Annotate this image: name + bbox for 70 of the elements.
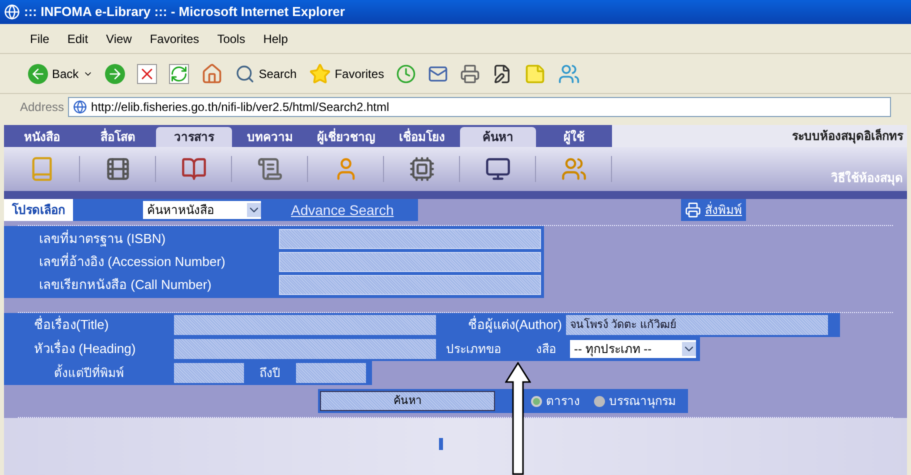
author-field[interactable]: จนโพรง์ วัดตะ แก้วิฒย์ — [566, 315, 828, 335]
radio-label: บรรณานุกรม — [609, 393, 676, 410]
field-label: เลขที่อ้างอิง (Accession Number) — [38, 252, 226, 272]
input-field[interactable] — [279, 252, 541, 272]
year-to-label: ถึงปี — [258, 365, 282, 382]
scroll-icon[interactable] — [256, 156, 282, 182]
footer-mark — [438, 438, 442, 450]
nav-tab[interactable]: ผู้เชี่ยวชาญ — [308, 127, 384, 147]
menu-item[interactable]: Edit — [67, 30, 88, 48]
input-field[interactable] — [279, 229, 541, 249]
nav-tab[interactable]: ค้นหา — [460, 127, 536, 147]
menu-item[interactable]: Favorites — [150, 30, 200, 48]
field-label: เลขเรียกหนังสือ (Call Number) — [38, 276, 213, 294]
chip-icon[interactable] — [408, 156, 434, 182]
favorites-button[interactable]: Favorites — [308, 62, 384, 84]
radio-button[interactable] — [594, 396, 605, 406]
nav-tab[interactable]: ผู้ใช้ — [536, 127, 612, 147]
open-book-icon[interactable] — [180, 156, 206, 182]
address-label: Address — [20, 98, 64, 116]
nav-tab[interactable]: บทความ — [232, 127, 308, 147]
search-button[interactable]: ค้นหา — [320, 391, 495, 411]
film-icon[interactable] — [104, 156, 130, 182]
search-button[interactable]: Search — [234, 64, 297, 84]
print-icon[interactable] — [685, 202, 701, 218]
print-icon[interactable] — [460, 64, 480, 84]
nav-tab[interactable]: เชื่อมโยง — [384, 127, 460, 147]
year-from-field[interactable] — [174, 363, 244, 383]
author-label: ชื่อผู้แต่ง(Author) — [467, 315, 563, 334]
edit-icon[interactable] — [492, 64, 512, 84]
refresh-icon[interactable] — [168, 64, 189, 84]
title-field[interactable] — [174, 315, 436, 335]
menu-item[interactable]: File — [30, 30, 50, 48]
monitor-icon[interactable] — [484, 156, 510, 182]
nav-tab[interactable]: หนังสือ — [4, 127, 80, 147]
search-icon — [234, 64, 255, 84]
forward-icon[interactable] — [104, 64, 125, 84]
type-label: ประเภทขอ — [446, 341, 502, 358]
year-from-label: ตั้งแต่ปีที่พิมพ์ — [53, 364, 125, 382]
messenger-icon[interactable] — [558, 62, 580, 84]
people-icon[interactable] — [560, 156, 586, 182]
star-icon — [308, 62, 331, 84]
history-icon[interactable] — [396, 64, 416, 84]
window-title: ::: INFOMA e-Library ::: - Microsoft Internet Explorer — [24, 3, 345, 22]
radio-label: ตาราง — [546, 393, 580, 410]
heading-field[interactable] — [174, 339, 436, 359]
menu-item[interactable]: View — [106, 30, 132, 48]
type-select[interactable]: -- ทุกประเภท -- — [570, 340, 696, 358]
browser-icon — [4, 4, 20, 20]
year-to-field[interactable] — [296, 363, 366, 383]
nav-tab[interactable]: สื่อโสต — [80, 127, 156, 147]
menu-item[interactable]: Tools — [217, 30, 246, 48]
radio-button[interactable] — [531, 396, 542, 406]
search-type-select[interactable]: ค้นหาหนังสือ — [143, 201, 261, 219]
home-icon[interactable] — [200, 62, 223, 84]
choose-label: โปรดเลือก — [4, 199, 73, 221]
page-icon — [73, 100, 88, 114]
stop-icon[interactable] — [136, 64, 157, 84]
input-field[interactable] — [279, 275, 541, 295]
menu-item[interactable]: Help — [263, 30, 288, 48]
field-label: เลขที่มาตรฐาน (ISBN) — [38, 229, 167, 248]
nav-tab[interactable]: วารสาร — [156, 127, 232, 147]
type-label: งสือ — [536, 341, 557, 358]
heading-label: หัวเรื่อง (Heading) — [33, 339, 137, 358]
note-icon[interactable] — [524, 62, 546, 84]
back-button[interactable]: Back — [28, 64, 93, 84]
address-field[interactable]: http://elib.fisheries.go.th/nifi-lib/ver2.5/html/Search2.html — [68, 96, 891, 116]
title-label: ชื่อเรื่อง(Title) — [33, 315, 110, 334]
advance-search-link[interactable]: Advance Search — [291, 200, 394, 220]
mail-icon[interactable] — [428, 64, 448, 84]
site-title: ระบบห้องสมุดอิเล็กทร — [792, 128, 903, 145]
